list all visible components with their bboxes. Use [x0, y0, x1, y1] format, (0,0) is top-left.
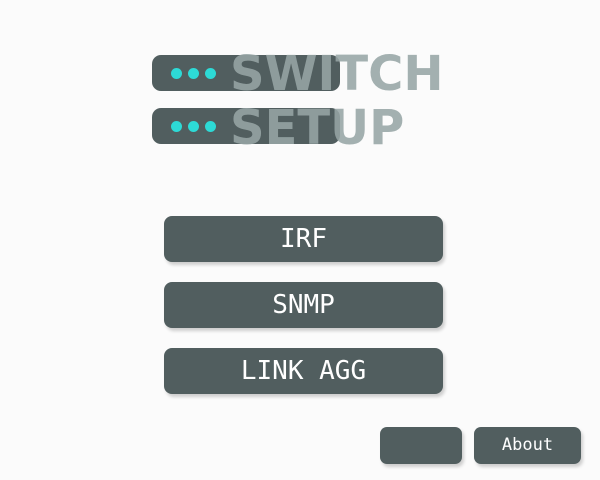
blank-button[interactable] [380, 427, 462, 464]
status-light [171, 68, 182, 79]
status-light [205, 121, 216, 132]
snmp-button[interactable]: SNMP [164, 282, 443, 328]
status-light [205, 68, 216, 79]
app-title-line-2: SETUP [230, 100, 405, 156]
app-logo: SWITCH SETUP [0, 0, 600, 160]
link-agg-button[interactable]: LINK AGG [164, 348, 443, 394]
status-light [188, 121, 199, 132]
status-light [171, 121, 182, 132]
about-button[interactable]: About [474, 427, 581, 464]
irf-button[interactable]: IRF [164, 216, 443, 262]
app-title-line-1: SWITCH [230, 46, 444, 102]
status-light [188, 68, 199, 79]
